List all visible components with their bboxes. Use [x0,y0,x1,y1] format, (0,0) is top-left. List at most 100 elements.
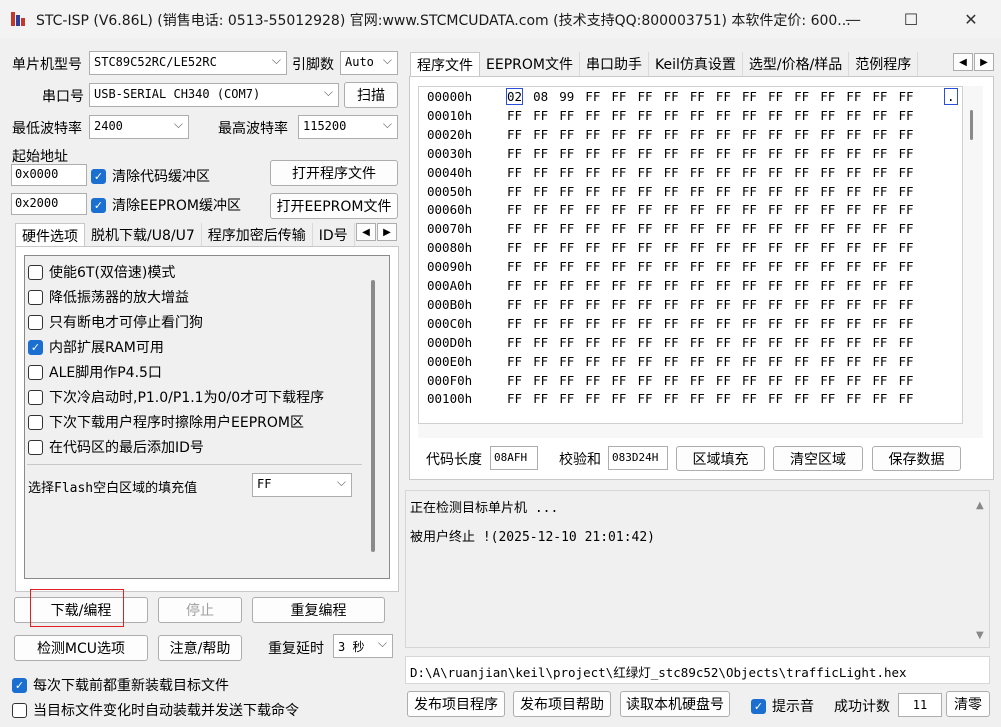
hex-byte[interactable]: FF [507,108,522,123]
hex-byte[interactable]: FF [611,108,626,123]
hex-byte[interactable]: 02 [505,88,524,105]
hex-byte[interactable]: FF [716,165,731,180]
hex-byte[interactable]: FF [638,354,653,369]
hex-byte[interactable]: FF [664,373,679,388]
hex-byte[interactable]: FF [742,221,757,236]
hex-byte[interactable]: FF [585,221,600,236]
option-checkbox[interactable]: 使能6T(双倍速)模式 [28,262,175,282]
maximize-button[interactable]: ☐ [888,0,934,38]
hex-byte[interactable]: FF [664,221,679,236]
hex-byte[interactable]: FF [559,354,574,369]
hex-scrollbar-thumb[interactable] [970,110,973,140]
tab-examples[interactable]: 范例程序 [849,52,919,77]
hex-byte[interactable]: FF [820,297,835,312]
hex-byte[interactable]: FF [690,391,705,406]
hex-byte[interactable]: FF [559,221,574,236]
hex-byte[interactable]: FF [846,89,861,104]
hex-byte[interactable]: FF [872,297,887,312]
hex-byte[interactable]: FF [559,297,574,312]
hex-byte[interactable]: FF [872,278,887,293]
hex-byte[interactable]: FF [533,108,548,123]
hex-byte[interactable]: FF [716,127,731,142]
hex-byte[interactable]: FF [664,89,679,104]
hex-byte[interactable]: FF [768,165,783,180]
tab-scroll-left-icon[interactable]: ◀ [356,223,376,241]
hex-byte[interactable]: FF [872,127,887,142]
hex-byte[interactable]: FF [820,108,835,123]
hex-byte[interactable]: FF [690,184,705,199]
hex-byte[interactable]: FF [585,316,600,331]
read-disk-id-button[interactable]: 读取本机硬盘号 [620,691,730,717]
pins-select[interactable]: Auto ⌵ [340,51,398,75]
hex-byte[interactable]: FF [664,202,679,217]
hex-byte[interactable]: FF [794,221,809,236]
hex-byte[interactable]: FF [742,146,757,161]
hex-byte[interactable]: FF [846,221,861,236]
code-start-address-input[interactable]: 0x0000 [11,164,87,186]
hex-byte[interactable]: FF [742,335,757,350]
hex-byte[interactable]: FF [507,354,522,369]
hex-byte[interactable]: FF [846,165,861,180]
hex-byte[interactable]: FF [768,391,783,406]
hex-byte[interactable]: FF [638,127,653,142]
hex-byte[interactable]: FF [820,316,835,331]
hex-byte[interactable]: FF [742,316,757,331]
hex-byte[interactable]: FF [742,278,757,293]
hex-byte[interactable]: FF [611,146,626,161]
hex-byte[interactable]: FF [716,278,731,293]
hex-byte[interactable]: FF [846,373,861,388]
hex-byte[interactable]: FF [559,184,574,199]
hex-byte[interactable]: FF [794,89,809,104]
hex-byte[interactable]: FF [716,221,731,236]
hex-byte[interactable]: FF [533,278,548,293]
hex-byte[interactable]: FF [899,259,914,274]
hex-byte[interactable]: FF [507,184,522,199]
hex-byte[interactable]: FF [533,240,548,255]
hex-byte[interactable]: FF [899,127,914,142]
mcu-model-select[interactable]: STC89C52RC/LE52RC ⌵ [89,51,287,75]
hex-byte[interactable]: FF [794,354,809,369]
reset-count-button[interactable]: 清零 [946,691,990,717]
area-fill-button[interactable]: 区域填充 [676,446,765,471]
publish-help-button[interactable]: 发布项目帮助 [513,691,611,717]
hex-byte[interactable]: FF [638,108,653,123]
log-scroll-down-icon[interactable]: ▼ [976,630,984,641]
hex-byte[interactable]: FF [559,108,574,123]
hex-byte[interactable]: FF [559,202,574,217]
hex-byte[interactable]: FF [585,259,600,274]
tab-hardware-options[interactable]: 硬件选项 [15,223,85,248]
hex-byte[interactable]: FF [899,146,914,161]
option-checkbox[interactable]: 下次冷启动时,P1.0/P1.1为0/0才可下载程序 [28,387,324,407]
hex-byte[interactable]: FF [820,354,835,369]
clear-code-buffer-checkbox[interactable]: ✓ 清除代码缓冲区 [91,166,210,186]
hex-byte[interactable]: FF [716,297,731,312]
scan-button[interactable]: 扫描 [344,82,398,108]
hex-byte[interactable]: FF [794,391,809,406]
hex-byte[interactable]: FF [638,240,653,255]
hex-byte[interactable]: FF [638,184,653,199]
hex-byte[interactable]: FF [872,259,887,274]
hex-byte[interactable]: FF [846,240,861,255]
hex-byte[interactable]: FF [716,202,731,217]
hex-byte[interactable]: FF [585,373,600,388]
hex-byte[interactable]: FF [872,202,887,217]
hex-byte[interactable]: FF [899,240,914,255]
hex-byte[interactable]: FF [638,391,653,406]
hex-byte[interactable]: FF [846,278,861,293]
max-baud-select[interactable]: 115200 ⌵ [298,115,398,139]
hex-byte[interactable]: FF [716,316,731,331]
tab-scroll-left-icon[interactable]: ◀ [953,53,973,71]
hex-byte[interactable]: FF [507,391,522,406]
hex-byte[interactable]: FF [794,373,809,388]
hex-byte[interactable]: FF [690,354,705,369]
hex-byte[interactable]: FF [690,221,705,236]
reload-before-download-checkbox[interactable]: ✓ 每次下载前都重新装载目标文件 [12,675,229,695]
hex-byte[interactable]: FF [638,202,653,217]
hex-byte[interactable]: FF [872,354,887,369]
hex-byte[interactable]: FF [559,373,574,388]
hex-byte[interactable]: FF [899,335,914,350]
hex-byte[interactable]: FF [664,278,679,293]
close-button[interactable]: ✕ [948,0,994,38]
hex-byte[interactable]: FF [638,316,653,331]
hex-byte[interactable]: FF [507,240,522,255]
